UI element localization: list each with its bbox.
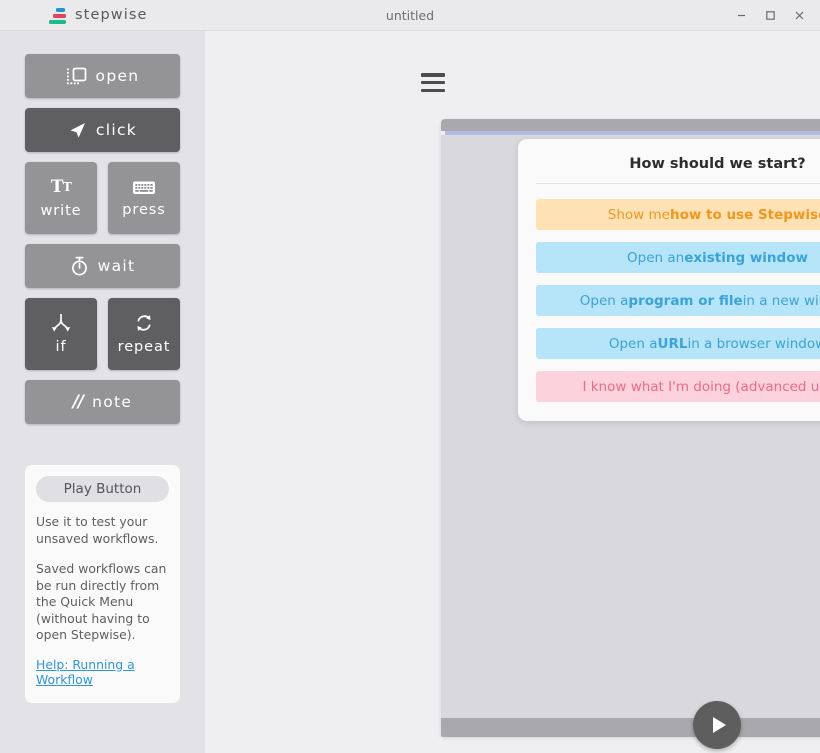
minimize-button[interactable] bbox=[728, 4, 754, 28]
actions-sidebar: open click TT write press wait if repeat… bbox=[0, 31, 205, 753]
app-brand-label: stepwise bbox=[75, 7, 148, 23]
action-button-open[interactable]: open bbox=[25, 54, 180, 98]
start-option-program-or-file-prefix: Open a bbox=[579, 292, 629, 309]
help-running-workflow-link[interactable]: Help: Running a Workflow bbox=[36, 657, 169, 687]
window-titlebar: stepwise untitled bbox=[0, 0, 820, 31]
help-paragraph-2: Saved workflows can be run directly from… bbox=[36, 561, 167, 642]
double-slash-icon: // bbox=[72, 392, 84, 412]
loop-arrows-icon bbox=[134, 313, 154, 333]
text-tt-icon: TT bbox=[50, 177, 72, 197]
action-button-if[interactable]: if bbox=[25, 298, 97, 370]
start-option-url-strong: URL bbox=[657, 335, 688, 352]
start-dialog: How should we start? Show me how to use … bbox=[518, 139, 820, 421]
close-button[interactable] bbox=[786, 4, 812, 28]
close-icon bbox=[795, 11, 803, 20]
action-button-write[interactable]: TT write bbox=[25, 162, 97, 234]
cursor-arrow-icon bbox=[68, 121, 87, 140]
play-triangle-icon bbox=[712, 717, 726, 733]
start-option-tutorial-strong: how to use Stepwise bbox=[669, 206, 820, 223]
start-option-url-prefix: Open a bbox=[608, 335, 658, 352]
help-card-title: Play Button bbox=[36, 476, 169, 502]
play-button-help-card: Play Button Use it to test your unsaved … bbox=[25, 465, 180, 703]
action-button-repeat[interactable]: repeat bbox=[108, 298, 180, 370]
start-dialog-title: How should we start? bbox=[536, 156, 820, 184]
app-brand: stepwise bbox=[49, 6, 148, 24]
start-option-program-or-file[interactable]: Open a program or file in a new window bbox=[536, 285, 820, 316]
start-option-url-suffix: in a browser window bbox=[687, 335, 820, 352]
start-option-existing-window-prefix: Open an bbox=[627, 249, 685, 266]
start-option-advanced-label: I know what I'm doing (advanced users) bbox=[582, 378, 820, 395]
action-label-if: if bbox=[55, 339, 67, 355]
start-option-url[interactable]: Open a URL in a browser window bbox=[536, 328, 820, 359]
start-option-program-or-file-strong: program or file bbox=[628, 292, 743, 309]
action-label-note: note bbox=[92, 393, 133, 411]
stepwise-stack-logo-icon bbox=[49, 6, 66, 24]
play-button[interactable] bbox=[693, 701, 741, 749]
window-controls bbox=[728, 0, 812, 31]
stopwatch-icon bbox=[70, 256, 89, 276]
maximize-button[interactable] bbox=[757, 4, 783, 28]
action-button-click[interactable]: click bbox=[25, 108, 180, 152]
minimize-icon bbox=[737, 14, 745, 17]
action-button-press[interactable]: press bbox=[108, 162, 180, 234]
action-label-press: press bbox=[122, 201, 166, 218]
action-label-click: click bbox=[95, 121, 138, 139]
maximize-icon bbox=[765, 11, 775, 20]
preview-footer bbox=[441, 718, 820, 737]
action-palette: open click TT write press wait if repeat… bbox=[25, 54, 180, 424]
action-label-open: open bbox=[95, 67, 140, 85]
keyboard-icon bbox=[132, 179, 156, 196]
start-option-tutorial[interactable]: Show me how to use Stepwise bbox=[536, 199, 820, 230]
start-option-existing-window[interactable]: Open an existing window bbox=[536, 242, 820, 273]
start-option-existing-window-strong: existing window bbox=[684, 249, 808, 266]
action-label-write: write bbox=[40, 203, 82, 219]
action-button-wait[interactable]: wait bbox=[25, 244, 180, 288]
main-canvas-area: How should we start? Show me how to use … bbox=[205, 31, 820, 753]
help-paragraph-1: Use it to test your unsaved workflows. bbox=[36, 514, 159, 546]
action-label-repeat: repeat bbox=[117, 339, 171, 355]
open-window-icon bbox=[66, 67, 87, 86]
action-label-wait: wait bbox=[97, 257, 136, 275]
preview-titlebar bbox=[441, 119, 820, 131]
start-option-advanced[interactable]: I know what I'm doing (advanced users) bbox=[536, 371, 820, 402]
branch-arrows-icon bbox=[50, 313, 72, 333]
action-button-note[interactable]: // note bbox=[25, 380, 180, 424]
start-option-tutorial-prefix: Show me bbox=[607, 206, 670, 223]
app-body: open click TT write press wait if repeat… bbox=[0, 31, 820, 753]
start-option-program-or-file-suffix: in a new window bbox=[742, 292, 820, 309]
hamburger-menu-icon[interactable] bbox=[421, 73, 445, 92]
